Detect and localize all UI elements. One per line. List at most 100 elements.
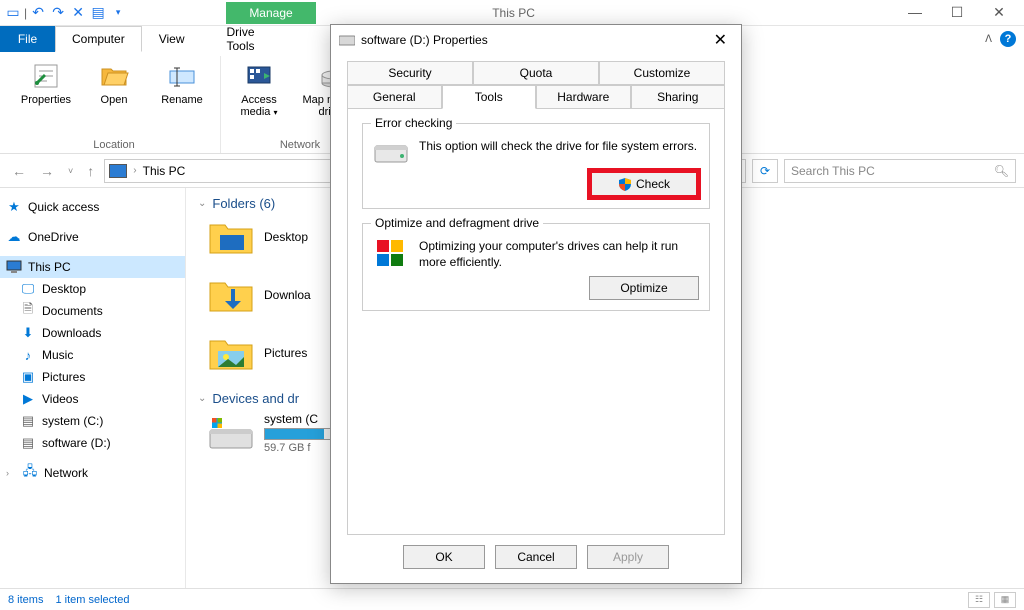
optimize-text: Optimizing your computer's drives can he…	[419, 238, 699, 270]
downloads-folder-label: Downloa	[264, 288, 311, 302]
sidebar-item-software-d[interactable]: ▤ software (D:)	[0, 432, 185, 454]
tab-security[interactable]: Security	[347, 61, 473, 85]
properties-dialog: software (D:) Properties ✕ Security Quot…	[330, 24, 742, 584]
desktop-label: Desktop	[42, 282, 86, 296]
open-button[interactable]: Open	[84, 60, 144, 106]
recent-dropdown-icon[interactable]: ˅	[64, 166, 77, 176]
group-network-label: Network	[280, 139, 320, 153]
optimize-group: Optimize and defragment drive Optimizing…	[362, 223, 710, 311]
dialog-buttons: OK Cancel Apply	[331, 535, 741, 583]
breadcrumb-location[interactable]: This PC	[143, 164, 186, 178]
dialog-body: Error checking This option will check th…	[347, 108, 725, 535]
videos-icon: ▶	[20, 391, 36, 407]
sidebar-item-music[interactable]: ♪ Music	[0, 344, 185, 366]
status-selected-count: 1 item selected	[55, 594, 129, 606]
devices-header-label: Devices and dr	[212, 391, 299, 406]
drive-icon: ▤	[20, 413, 36, 429]
minimize-button[interactable]: —	[900, 4, 930, 21]
up-button[interactable]: ↑	[83, 163, 98, 179]
music-icon: ♪	[20, 347, 36, 363]
sidebar-item-quick-access[interactable]: ★ Quick access	[0, 196, 185, 218]
contextual-manage-label: Manage	[226, 2, 316, 24]
tab-computer[interactable]: Computer	[55, 26, 142, 52]
forward-button[interactable]: →	[36, 163, 58, 179]
defrag-icon	[373, 238, 409, 270]
shield-icon	[618, 177, 632, 191]
network-label: Network	[44, 466, 88, 480]
cancel-button[interactable]: Cancel	[495, 545, 577, 569]
pictures-label: Pictures	[42, 370, 85, 384]
downloads-label: Downloads	[42, 326, 101, 340]
chevron-down-icon[interactable]: ⌄	[198, 393, 206, 404]
downloads-icon: ⬇	[20, 325, 36, 341]
sidebar-item-desktop[interactable]: 🖵 Desktop	[0, 278, 185, 300]
search-input[interactable]: Search This PC 🔍︎	[784, 159, 1016, 183]
sidebar-item-documents[interactable]: 🗎 Documents	[0, 300, 185, 322]
cloud-icon: ☁	[6, 229, 22, 245]
dialog-close-button[interactable]: ✕	[708, 30, 733, 50]
sidebar-item-videos[interactable]: ▶ Videos	[0, 388, 185, 410]
sidebar-item-pictures[interactable]: ▣ Pictures	[0, 366, 185, 388]
breadcrumb-sep-icon[interactable]: ›	[133, 165, 136, 176]
ribbon-collapse-icon[interactable]: ᐱ	[985, 34, 992, 45]
sidebar-item-downloads[interactable]: ⬇ Downloads	[0, 322, 185, 344]
sidebar-item-onedrive[interactable]: ☁ OneDrive	[0, 226, 185, 248]
tab-tools[interactable]: Tools	[442, 85, 537, 109]
help-icon[interactable]: ?	[1000, 31, 1016, 47]
ribbon-group-location: Properties Open Rename Location	[8, 56, 221, 153]
search-placeholder: Search This PC	[791, 164, 875, 178]
rename-button[interactable]: Rename	[152, 60, 212, 106]
ok-button[interactable]: OK	[403, 545, 485, 569]
new-icon[interactable]: ▤	[89, 4, 107, 22]
sidebar-item-this-pc[interactable]: This PC	[0, 256, 185, 278]
access-media-button[interactable]: Access media ▾	[229, 60, 289, 118]
properties-button[interactable]: Properties	[16, 60, 76, 106]
undo-icon[interactable]: ↶	[29, 4, 47, 22]
drive-icon	[339, 34, 355, 46]
network-icon: 🖧	[22, 465, 38, 481]
desktop-folder-icon	[208, 217, 254, 257]
search-icon[interactable]: 🔍︎	[994, 164, 1009, 178]
view-details-button[interactable]: ☷	[968, 592, 990, 608]
refresh-button[interactable]: ⟳	[752, 159, 778, 183]
tab-sharing[interactable]: Sharing	[631, 85, 726, 109]
back-button[interactable]: ←	[8, 163, 30, 179]
system-c-label: system (C:)	[42, 414, 103, 428]
videos-label: Videos	[42, 392, 78, 406]
redo-icon[interactable]: ↷	[49, 4, 67, 22]
this-pc-label: This PC	[28, 260, 71, 274]
tab-drive-tools[interactable]: Drive Tools	[209, 26, 299, 52]
window-controls: — ☐ ✕	[900, 4, 1020, 21]
delete-icon[interactable]: ✕	[69, 4, 87, 22]
maximize-button[interactable]: ☐	[942, 4, 972, 21]
rename-label: Rename	[161, 94, 203, 106]
quick-access-toolbar: ▭ | ↶ ↷ ✕ ▤ ▾	[4, 4, 127, 22]
tab-view[interactable]: View	[142, 26, 202, 52]
tab-quota[interactable]: Quota	[473, 61, 599, 85]
documents-label: Documents	[42, 304, 103, 318]
pictures-icon: ▣	[20, 369, 36, 385]
sidebar-item-network[interactable]: › 🖧 Network	[0, 462, 185, 484]
chevron-down-icon[interactable]: ⌄	[198, 198, 206, 209]
dialog-title: software (D:) Properties	[361, 33, 702, 47]
pc-icon	[6, 259, 22, 275]
apply-button[interactable]: Apply	[587, 545, 669, 569]
close-button[interactable]: ✕	[984, 4, 1014, 21]
dialog-titlebar[interactable]: software (D:) Properties ✕	[331, 25, 741, 55]
qat-separator: |	[24, 6, 27, 20]
tab-general[interactable]: General	[347, 85, 442, 109]
tab-hardware[interactable]: Hardware	[536, 85, 631, 109]
tab-file[interactable]: File	[0, 26, 55, 52]
folders-header-label: Folders (6)	[212, 196, 275, 211]
chevron-right-icon[interactable]: ›	[6, 468, 16, 478]
error-checking-group: Error checking This option will check th…	[362, 123, 710, 209]
navigation-pane: ★ Quick access ☁ OneDrive This PC 🖵 Desk…	[0, 188, 186, 588]
qat-dropdown-icon[interactable]: ▾	[109, 4, 127, 22]
optimize-button[interactable]: Optimize	[589, 276, 699, 300]
check-button[interactable]: Check	[589, 170, 699, 198]
quick-access-label: Quick access	[28, 200, 99, 214]
tab-customize[interactable]: Customize	[599, 61, 725, 85]
view-large-button[interactable]: ▦	[994, 592, 1016, 608]
desktop-folder-label: Desktop	[264, 230, 308, 244]
sidebar-item-system-c[interactable]: ▤ system (C:)	[0, 410, 185, 432]
